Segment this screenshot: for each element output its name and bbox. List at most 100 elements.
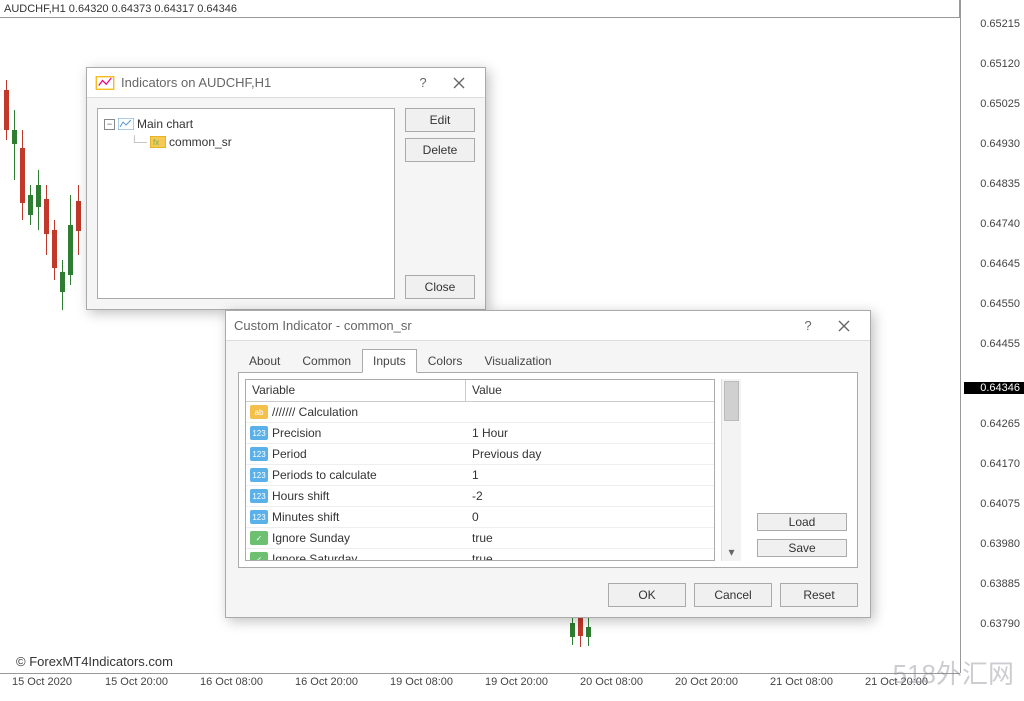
tree-child[interactable]: └─ fx common_sr <box>104 133 388 151</box>
tab-colors[interactable]: Colors <box>417 349 474 373</box>
grid-row[interactable]: 123Minutes shift0 <box>246 507 714 528</box>
tab-common[interactable]: Common <box>291 349 362 373</box>
grid-row[interactable]: ✓ Ignore Saturday true <box>246 549 714 560</box>
tree-connector: └─ <box>130 135 147 149</box>
grid-cell-variable: 123Hours shift <box>246 489 466 503</box>
help-button[interactable]: ? <box>790 315 826 337</box>
help-button[interactable]: ? <box>405 72 441 94</box>
variable-name: Periods to calculate <box>272 468 377 482</box>
grid-cell-variable: ab /////// Calculation <box>246 405 466 419</box>
datatype-icon: 123 <box>250 510 268 524</box>
grid-cell-value[interactable]: 1 Hour <box>466 426 714 440</box>
time-axis: 15 Oct 2020 15 Oct 20:00 16 Oct 08:00 16… <box>0 673 960 701</box>
indicators-dialog: Indicators on AUDCHF,H1 ? − Main chart └… <box>86 67 486 310</box>
price-tick: 0.64645 <box>980 258 1020 270</box>
indicator-tree[interactable]: − Main chart └─ fx common_sr <box>97 108 395 299</box>
price-tick: 0.64930 <box>980 138 1020 150</box>
time-tick: 19 Oct 08:00 <box>390 676 453 688</box>
datatype-icon: 123 <box>250 447 268 461</box>
variable-name: Ignore Sunday <box>272 531 350 545</box>
datatype-icon: ✓ <box>250 531 268 545</box>
price-tick: 0.64835 <box>980 178 1020 190</box>
ok-button[interactable]: OK <box>608 583 686 607</box>
time-tick: 15 Oct 20:00 <box>105 676 168 688</box>
price-tick: 0.65215 <box>980 18 1020 30</box>
price-tick: 0.65120 <box>980 58 1020 70</box>
datatype-icon: ✓ <box>250 552 268 560</box>
datatype-icon: ab <box>250 405 268 419</box>
variable-name: Precision <box>272 426 321 440</box>
time-tick: 20 Oct 20:00 <box>675 676 738 688</box>
inputs-grid[interactable]: Variable Value ab /////// Calculation 123 P… <box>245 379 715 561</box>
grid-cell-value[interactable]: true <box>466 552 714 560</box>
time-tick: 20 Oct 08:00 <box>580 676 643 688</box>
grid-row[interactable]: ab /////// Calculation <box>246 402 714 423</box>
price-tick: 0.63980 <box>980 538 1020 550</box>
variable-name: Hours shift <box>272 489 329 503</box>
tab-visualization[interactable]: Visualization <box>473 349 562 373</box>
reset-button[interactable]: Reset <box>780 583 858 607</box>
price-tick: 0.63790 <box>980 618 1020 630</box>
close-button[interactable] <box>826 315 862 337</box>
datatype-icon: 123 <box>250 426 268 440</box>
indicator-icon <box>95 73 115 93</box>
datatype-icon: 123 <box>250 468 268 482</box>
grid-header-value[interactable]: Value <box>466 380 714 401</box>
grid-row[interactable]: ✓ Ignore Sunday true <box>246 528 714 549</box>
watermark: 518外汇网 <box>893 654 1014 691</box>
grid-row[interactable]: 123 Period Previous day <box>246 444 714 465</box>
price-tick: 0.64075 <box>980 498 1020 510</box>
tree-root-label: Main chart <box>137 117 193 131</box>
grid-row[interactable]: 123 Precision 1 Hour <box>246 423 714 444</box>
grid-header-variable[interactable]: Variable <box>246 380 466 401</box>
time-tick: 21 Oct 08:00 <box>770 676 833 688</box>
delete-button[interactable]: Delete <box>405 138 475 162</box>
price-tick: 0.64265 <box>980 418 1020 430</box>
tree-root[interactable]: − Main chart <box>104 115 388 133</box>
grid-cell-value[interactable]: -2 <box>466 489 714 503</box>
grid-cell-value[interactable]: 0 <box>466 510 714 524</box>
footer-credit: © ForexMT4Indicators.com <box>16 654 173 669</box>
grid-row[interactable]: 123 Periods to calculate 1 <box>246 465 714 486</box>
scroll-down-icon[interactable]: ▾ <box>722 543 741 561</box>
grid-cell-value[interactable]: true <box>466 531 714 545</box>
scrollbar[interactable]: ▴ ▾ <box>721 379 741 561</box>
price-tick: 0.65025 <box>980 98 1020 110</box>
grid-cell-variable: ✓ Ignore Sunday <box>246 531 466 545</box>
time-tick: 16 Oct 20:00 <box>295 676 358 688</box>
price-tick: 0.63885 <box>980 578 1020 590</box>
chart-icon <box>118 117 134 131</box>
grid-cell-variable: 123 Periods to calculate <box>246 468 466 482</box>
time-tick: 16 Oct 08:00 <box>200 676 263 688</box>
grid-row[interactable]: 123Hours shift-2 <box>246 486 714 507</box>
cancel-button[interactable]: Cancel <box>694 583 772 607</box>
close-indicators-button[interactable]: Close <box>405 275 475 299</box>
scroll-thumb[interactable] <box>724 381 739 421</box>
tree-child-label: common_sr <box>169 135 232 149</box>
fx-icon: fx <box>150 135 166 149</box>
price-tick: 0.64740 <box>980 218 1020 230</box>
close-button[interactable] <box>441 72 477 94</box>
save-button[interactable]: Save <box>757 539 847 557</box>
grid-cell-value[interactable]: 1 <box>466 468 714 482</box>
edit-button[interactable]: Edit <box>405 108 475 132</box>
grid-cell-variable: 123Minutes shift <box>246 510 466 524</box>
collapse-icon[interactable]: − <box>104 119 115 130</box>
grid-cell-variable: ✓ Ignore Saturday <box>246 552 466 560</box>
grid-cell-variable: 123 Precision <box>246 426 466 440</box>
time-tick: 19 Oct 20:00 <box>485 676 548 688</box>
variable-name: Ignore Saturday <box>272 552 357 560</box>
dialog-titlebar[interactable]: Custom Indicator - common_sr ? <box>226 311 870 341</box>
variable-name: Period <box>272 447 307 461</box>
price-current: 0.64346 <box>964 382 1024 394</box>
variable-name: /////// Calculation <box>272 405 358 419</box>
tab-about[interactable]: About <box>238 349 291 373</box>
custom-dialog-title: Custom Indicator - common_sr <box>234 318 790 333</box>
dialog-titlebar[interactable]: Indicators on AUDCHF,H1 ? <box>87 68 485 98</box>
load-button[interactable]: Load <box>757 513 847 531</box>
time-tick: 15 Oct 2020 <box>12 676 72 688</box>
tab-inputs[interactable]: Inputs <box>362 349 417 373</box>
tab-strip: About Common Inputs Colors Visualization <box>226 341 870 373</box>
grid-cell-value[interactable]: Previous day <box>466 447 714 461</box>
price-tick: 0.64455 <box>980 338 1020 350</box>
